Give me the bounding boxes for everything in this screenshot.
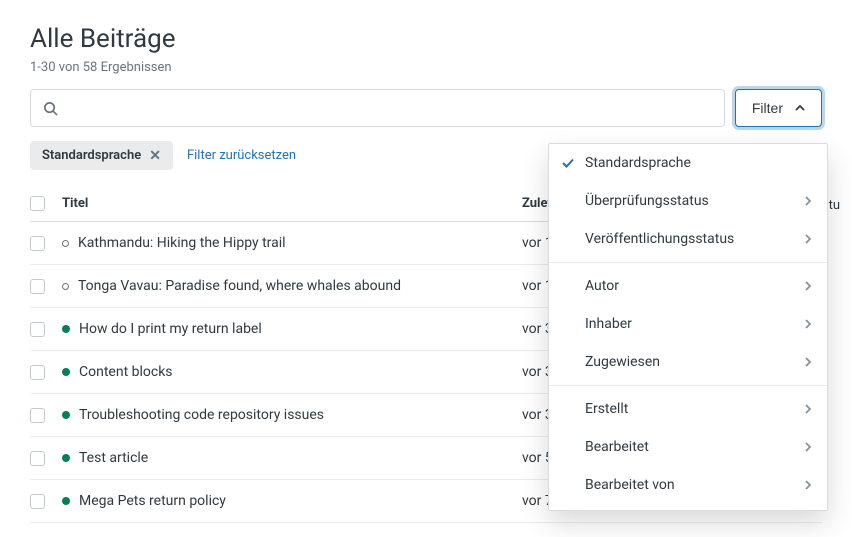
filter-option[interactable]: Inhaber	[549, 305, 827, 343]
row-title[interactable]: Tonga Vavau: Paradise found, where whale…	[78, 278, 401, 294]
chevron-right-icon	[803, 442, 813, 452]
filter-chip-standardsprache[interactable]: Standardsprache ✕	[30, 141, 173, 170]
filter-option[interactable]: Bearbeitet	[549, 428, 827, 466]
search-icon	[43, 101, 58, 116]
filter-option-label: Bearbeitet von	[585, 477, 675, 493]
filter-button-label: Filter	[752, 100, 783, 116]
status-dot-icon	[62, 240, 69, 247]
chevron-right-icon	[803, 234, 813, 244]
row-title[interactable]: How do I print my return label	[79, 321, 262, 337]
row-checkbox-cell	[30, 365, 62, 380]
status-dot-icon	[62, 368, 70, 376]
filter-option-label: Bearbeitet	[585, 439, 649, 455]
row-checkbox[interactable]	[30, 236, 45, 251]
chip-label: Standardsprache	[42, 148, 141, 163]
row-title-cell: Mega Pets return policy	[62, 493, 522, 509]
filter-option-label: Veröffentlichungsstatus	[585, 231, 734, 247]
filter-option-label: Inhaber	[585, 316, 632, 332]
row-checkbox[interactable]	[30, 494, 45, 509]
row-title-cell: How do I print my return label	[62, 321, 522, 337]
reset-filter-link[interactable]: Filter zurücksetzen	[187, 148, 296, 163]
row-title-cell: Content blocks	[62, 364, 522, 380]
row-title-cell: Kathmandu: Hiking the Hippy trail	[62, 235, 522, 251]
filter-option-label: Erstellt	[585, 401, 628, 417]
row-title-cell: Tonga Vavau: Paradise found, where whale…	[62, 278, 522, 294]
filter-option[interactable]: Standardsprache	[549, 144, 827, 182]
row-checkbox[interactable]	[30, 365, 45, 380]
dropdown-separator	[549, 262, 827, 263]
row-title[interactable]: Troubleshooting code repository issues	[79, 407, 324, 423]
row-checkbox-cell	[30, 451, 62, 466]
header-checkbox-cell	[30, 196, 62, 211]
filter-option[interactable]: Zugewiesen	[549, 343, 827, 381]
filter-option[interactable]: Erstellt	[549, 390, 827, 428]
row-checkbox-cell	[30, 279, 62, 294]
filter-option-label: Überprüfungsstatus	[585, 193, 709, 209]
row-checkbox[interactable]	[30, 451, 45, 466]
results-count: 1-30 von 58 Ergebnissen	[30, 60, 822, 75]
chevron-up-icon	[795, 103, 805, 113]
search-box[interactable]	[30, 89, 725, 127]
filter-button[interactable]: Filter	[735, 89, 822, 127]
check-icon	[561, 156, 575, 170]
page-title: Alle Beiträge	[30, 24, 822, 54]
chevron-right-icon	[803, 281, 813, 291]
search-filter-row: Filter	[30, 89, 822, 127]
status-dot-icon	[62, 497, 70, 505]
row-title[interactable]: Test article	[79, 450, 148, 466]
chevron-right-icon	[803, 357, 813, 367]
row-title[interactable]: Kathmandu: Hiking the Hippy trail	[78, 235, 286, 251]
row-title[interactable]: Mega Pets return policy	[79, 493, 226, 509]
row-checkbox[interactable]	[30, 279, 45, 294]
row-checkbox-cell	[30, 236, 62, 251]
filter-option[interactable]: Bearbeitet von	[549, 466, 827, 504]
filter-option-label: Standardsprache	[585, 155, 691, 171]
chevron-right-icon	[803, 404, 813, 414]
row-title-cell: Test article	[62, 450, 522, 466]
search-input[interactable]	[66, 100, 712, 116]
row-title-cell: Troubleshooting code repository issues	[62, 407, 522, 423]
chevron-right-icon	[803, 196, 813, 206]
status-dot-icon	[62, 411, 70, 419]
filter-option-label: Autor	[585, 278, 619, 294]
row-title[interactable]: Content blocks	[79, 364, 173, 380]
dropdown-separator	[549, 385, 827, 386]
filter-option[interactable]: Autor	[549, 267, 827, 305]
chevron-right-icon	[803, 319, 813, 329]
row-checkbox-cell	[30, 494, 62, 509]
status-dot-icon	[62, 283, 69, 290]
select-all-checkbox[interactable]	[30, 196, 45, 211]
row-checkbox[interactable]	[30, 322, 45, 337]
filter-option[interactable]: Veröffentlichungsstatus	[549, 220, 827, 258]
status-dot-icon	[62, 325, 70, 333]
chevron-right-icon	[803, 480, 813, 490]
header-status-truncated: tu	[829, 198, 840, 213]
filter-option[interactable]: Überprüfungsstatus	[549, 182, 827, 220]
row-checkbox-cell	[30, 408, 62, 423]
filter-option-label: Zugewiesen	[585, 354, 660, 370]
status-dot-icon	[62, 454, 70, 462]
close-icon[interactable]: ✕	[149, 149, 161, 163]
row-checkbox-cell	[30, 322, 62, 337]
filter-dropdown[interactable]: Standardsprache Überprüfungsstatus Veröffe…	[548, 143, 828, 511]
header-title[interactable]: Titel	[62, 196, 522, 211]
row-checkbox[interactable]	[30, 408, 45, 423]
